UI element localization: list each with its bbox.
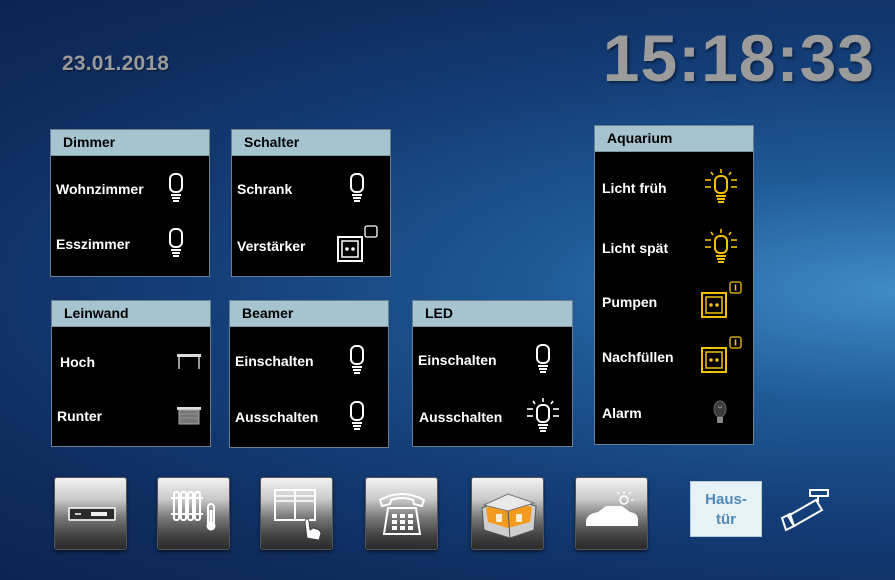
door-label-line2: tür — [716, 511, 736, 528]
row-label: Ausschalten — [419, 409, 503, 425]
leinwand-row-runter[interactable]: Runter — [52, 398, 210, 434]
row-label: Schrank — [237, 181, 293, 197]
door-label-line1: Haus- — [705, 491, 747, 508]
radiator-icon — [171, 491, 216, 531]
panel-led: LED Einschalten Ausschalten — [412, 300, 573, 447]
socket-icon[interactable] — [336, 225, 380, 267]
row-label: Wohnzimmer — [56, 181, 144, 197]
phone-button[interactable] — [365, 477, 438, 550]
date-display: 23.01.2018 — [62, 52, 170, 75]
socket-icon[interactable] — [699, 281, 743, 323]
bulb-off-icon[interactable] — [534, 344, 552, 376]
row-label: Einschalten — [235, 353, 314, 369]
beamer-row-einschalten[interactable]: Einschalten — [230, 343, 388, 379]
panel-schalter: Schalter Schrank Verstärker — [231, 129, 391, 277]
panel-title: Schalter — [232, 130, 390, 156]
panel-title: Dimmer — [51, 130, 209, 156]
panel-leinwand: Leinwand Hoch Runter — [51, 300, 211, 447]
bulb-on-icon[interactable] — [525, 397, 561, 437]
row-label: Esszimmer — [56, 236, 130, 252]
screen-down-icon[interactable] — [176, 405, 202, 427]
front-door-button[interactable]: Haus- tür — [690, 481, 762, 537]
car-light-icon — [586, 491, 638, 526]
panel-title: Leinwand — [52, 301, 210, 327]
row-label: Alarm — [602, 405, 642, 421]
bulb-off-icon[interactable] — [348, 401, 366, 433]
row-label: Nachfüllen — [602, 349, 674, 365]
dimmer-row-esszimmer[interactable]: Esszimmer — [51, 226, 209, 262]
car-button[interactable] — [575, 477, 648, 550]
schalter-row-verstaerker[interactable]: Verstärker — [232, 225, 390, 267]
panel-dimmer: Dimmer Wohnzimmer Esszimmer — [50, 129, 210, 277]
panel-aquarium: Aquarium Licht früh Licht spät Pumpen Na… — [594, 125, 754, 445]
telephone-icon — [378, 493, 426, 535]
screen-up-icon[interactable] — [176, 352, 202, 372]
alarm-bulb-icon[interactable] — [712, 400, 728, 426]
socket-icon[interactable] — [699, 336, 743, 378]
bulb-off-icon[interactable] — [348, 345, 366, 377]
row-label: Hoch — [60, 354, 95, 370]
heating-button[interactable] — [157, 477, 230, 550]
leinwand-row-hoch[interactable]: Hoch — [52, 344, 210, 380]
receiver-icon — [68, 507, 116, 521]
house-icon — [481, 493, 537, 539]
panel-title: Aquarium — [595, 126, 753, 152]
row-label: Ausschalten — [235, 409, 319, 425]
house-button[interactable] — [471, 477, 544, 550]
row-label: Verstärker — [237, 238, 306, 254]
panel-title: Beamer — [230, 301, 388, 327]
aquarium-row-licht-spaet[interactable]: Licht spät — [595, 228, 753, 268]
bulb-off-icon[interactable] — [167, 173, 185, 205]
aquarium-row-nachfuellen[interactable]: Nachfüllen — [595, 336, 753, 378]
dimmer-row-wohnzimmer[interactable]: Wohnzimmer — [51, 171, 209, 207]
bulb-on-icon[interactable] — [703, 228, 739, 268]
aquarium-row-pumpen[interactable]: Pumpen — [595, 281, 753, 323]
bulb-on-icon[interactable] — [703, 168, 739, 208]
panel-beamer: Beamer Einschalten Ausschalten — [229, 300, 389, 448]
bulb-off-icon[interactable] — [167, 228, 185, 260]
shutter-button[interactable] — [260, 477, 333, 550]
led-row-ausschalten[interactable]: Ausschalten — [413, 397, 572, 437]
row-label: Runter — [57, 408, 103, 424]
schalter-row-schrank[interactable]: Schrank — [232, 171, 390, 207]
bulb-off-icon[interactable] — [348, 173, 366, 205]
security-camera-icon[interactable] — [778, 486, 832, 532]
row-label: Pumpen — [602, 294, 658, 310]
row-label: Licht früh — [602, 180, 667, 196]
beamer-row-ausschalten[interactable]: Ausschalten — [230, 399, 388, 435]
led-row-einschalten[interactable]: Einschalten — [413, 342, 572, 378]
row-label: Einschalten — [418, 352, 497, 368]
panel-title: LED — [413, 301, 572, 327]
aquarium-row-alarm[interactable]: Alarm — [595, 395, 753, 431]
row-label: Licht spät — [602, 240, 669, 256]
clock-display: 15:18:33 — [602, 21, 875, 95]
window-blinds-icon — [274, 489, 322, 541]
receiver-button[interactable] — [54, 477, 127, 550]
aquarium-row-licht-frueh[interactable]: Licht früh — [595, 168, 753, 208]
